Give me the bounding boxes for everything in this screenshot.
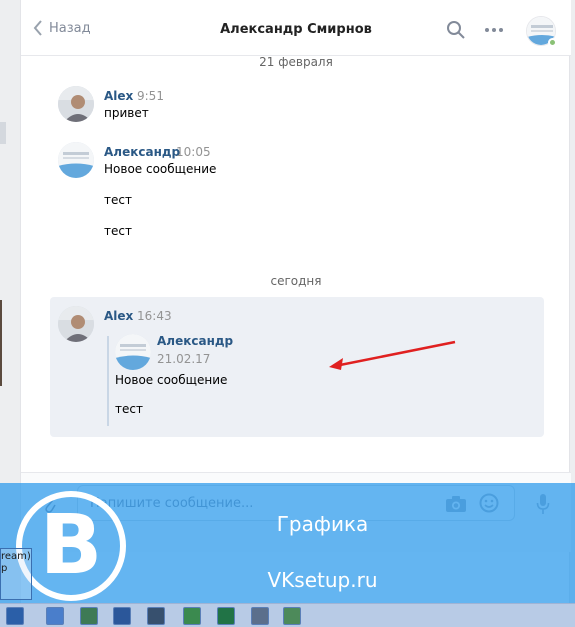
user-photo-icon	[58, 306, 94, 342]
online-indicator	[548, 38, 557, 47]
user-photo-icon	[58, 86, 94, 122]
sender-name[interactable]: Александр	[104, 145, 180, 159]
sidebar-tab[interactable]	[0, 122, 6, 144]
message-text: тест	[104, 193, 132, 207]
watermark-line-2: VKsetup.ru	[267, 568, 378, 592]
chat-header: Назад Александр Смирнов	[21, 0, 571, 56]
avatar-image-icon	[115, 334, 151, 370]
sender-name[interactable]: Alex	[104, 309, 133, 323]
taskbar-app-icon[interactable]	[283, 607, 301, 625]
fragment-text-1: ream)	[1, 551, 31, 562]
avatar-image-icon	[58, 142, 94, 178]
search-icon[interactable]	[446, 20, 466, 40]
background-window-fragment: ream) p	[0, 548, 32, 600]
more-icon[interactable]	[484, 26, 504, 34]
date-separator: сегодня	[270, 274, 322, 288]
sender-name[interactable]: Alex	[104, 89, 133, 103]
message-time: 10:05	[176, 145, 211, 159]
taskbar-app-icon[interactable]	[80, 607, 98, 625]
taskbar	[0, 603, 575, 627]
fragment-text-2: p	[1, 563, 8, 574]
date-separator: 21 февраля	[259, 55, 333, 69]
taskbar-app-icon[interactable]	[6, 607, 24, 625]
taskbar-app-icon[interactable]	[147, 607, 165, 625]
message-time: 16:43	[137, 309, 172, 323]
watermark-line-1: Графика	[276, 512, 369, 536]
forwarded-sender-name[interactable]: Александр	[157, 334, 233, 348]
avatar[interactable]	[58, 142, 94, 178]
message-text: привет	[104, 106, 149, 120]
avatar[interactable]	[58, 86, 94, 122]
message-time: 9:51	[137, 89, 164, 103]
message-text: тест	[104, 224, 132, 238]
quote-bar	[107, 336, 109, 426]
word-icon[interactable]	[113, 607, 131, 625]
forwarded-date: 21.02.17	[157, 352, 211, 366]
excel-icon[interactable]	[217, 607, 235, 625]
taskbar-app-icon[interactable]	[183, 607, 201, 625]
forwarded-text: тест	[115, 402, 143, 416]
red-arrow-icon	[329, 340, 456, 370]
taskbar-app-icon[interactable]	[251, 607, 269, 625]
page: Назад Александр Смирнов 21 февраля Alex …	[0, 0, 575, 627]
message-text: Новое сообщение	[104, 162, 217, 176]
taskbar-app-icon[interactable]	[46, 607, 64, 625]
avatar[interactable]	[58, 306, 94, 342]
avatar[interactable]	[115, 334, 151, 370]
forwarded-text: Новое сообщение	[115, 373, 228, 387]
sidebar-dark-edge	[0, 300, 2, 386]
